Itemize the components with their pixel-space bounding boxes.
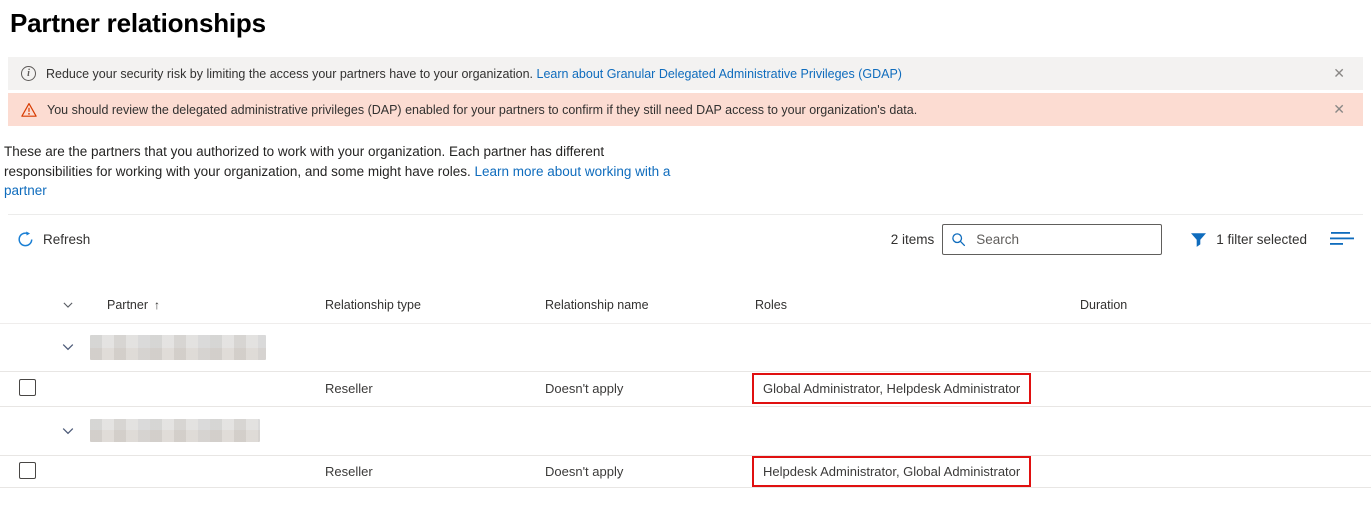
column-header-roles[interactable]: Roles (755, 298, 1080, 312)
relationship-name-cell: Doesn't apply (545, 381, 624, 396)
table-row-item-2[interactable]: Reseller Doesn't apply Helpdesk Administ… (0, 455, 1371, 488)
column-header-relationship-name[interactable]: Relationship name (545, 298, 755, 312)
column-header-partner[interactable]: Partner ↑ (88, 298, 325, 312)
column-header-relationship-type[interactable]: Relationship type (325, 298, 545, 312)
partner-name-cell (88, 419, 325, 442)
partner-name-cell (88, 334, 325, 360)
info-icon: i (21, 66, 36, 81)
row-checkbox[interactable] (19, 379, 36, 396)
search-icon (951, 232, 966, 247)
relationship-type-cell: Reseller (325, 463, 373, 479)
intro-paragraph: These are the partners that you authoriz… (4, 142, 672, 201)
filter-icon (1190, 232, 1207, 248)
column-header-partner-label: Partner (107, 298, 148, 312)
row-expand-chevron[interactable] (48, 424, 88, 438)
roles-cell: Global Administrator, Helpdesk Administr… (752, 373, 1080, 404)
info-message-bar: i Reduce your security risk by limiting … (8, 57, 1363, 90)
redacted-partner-name (90, 419, 260, 442)
warning-message-bar: You should review the delegated administ… (8, 93, 1363, 126)
table-row-group-2[interactable] (0, 407, 1371, 456)
command-bar-right: 2 items 1 filter selected (891, 224, 1363, 255)
page-title: Partner relationships (10, 8, 266, 38)
relationship-name-cell: Doesn't apply (545, 463, 624, 479)
info-message: Reduce your security risk by limiting th… (46, 67, 902, 81)
chevron-down-icon (62, 344, 74, 351)
search-input[interactable] (974, 231, 1154, 248)
row-expand-chevron[interactable] (48, 340, 88, 354)
row-select-cell (0, 379, 48, 398)
partners-table: Partner ↑ Relationship type Relationship… (0, 288, 1371, 488)
refresh-icon (17, 231, 34, 248)
column-header-duration[interactable]: Duration (1080, 298, 1371, 312)
roles-annotation-box: Helpdesk Administrator, Global Administr… (752, 455, 1032, 487)
filter-selected-label: 1 filter selected (1216, 232, 1307, 247)
info-message-text: Reduce your security risk by limiting th… (46, 66, 534, 81)
refresh-button[interactable]: Refresh (17, 227, 96, 252)
close-icon[interactable]: ✕ (1329, 65, 1349, 83)
row-select-cell (0, 461, 48, 481)
chevron-down-icon (63, 302, 73, 308)
filter-lines-icon[interactable] (1326, 228, 1358, 252)
table-row-item-1[interactable]: Reseller Doesn't apply Global Administra… (0, 372, 1371, 407)
filter-selected-control[interactable]: 1 filter selected (1190, 232, 1307, 248)
items-count: 2 items (890, 232, 935, 247)
warning-icon (21, 102, 37, 118)
close-icon[interactable]: ✕ (1329, 101, 1349, 119)
relationship-type-cell: Reseller (325, 381, 373, 396)
roles-annotation-box: Global Administrator, Helpdesk Administr… (752, 373, 1032, 404)
collapse-all-chevron[interactable] (48, 299, 88, 311)
refresh-label: Refresh (43, 232, 91, 247)
table-header-row: Partner ↑ Relationship type Relationship… (0, 288, 1371, 324)
gdap-learn-link[interactable]: Learn about Granular Delegated Administr… (537, 67, 902, 81)
redacted-partner-name (90, 334, 266, 360)
command-bar: Refresh 2 items 1 filter selected (8, 213, 1363, 256)
sort-ascending-icon: ↑ (154, 298, 160, 312)
message-bars: i Reduce your security risk by limiting … (8, 57, 1363, 126)
table-row-group-1[interactable] (0, 324, 1371, 372)
row-checkbox[interactable] (19, 461, 36, 479)
roles-cell: Helpdesk Administrator, Global Administr… (752, 455, 1080, 487)
chevron-down-icon (62, 427, 74, 434)
search-box[interactable] (942, 224, 1163, 255)
warning-message-text: You should review the delegated administ… (47, 102, 918, 117)
